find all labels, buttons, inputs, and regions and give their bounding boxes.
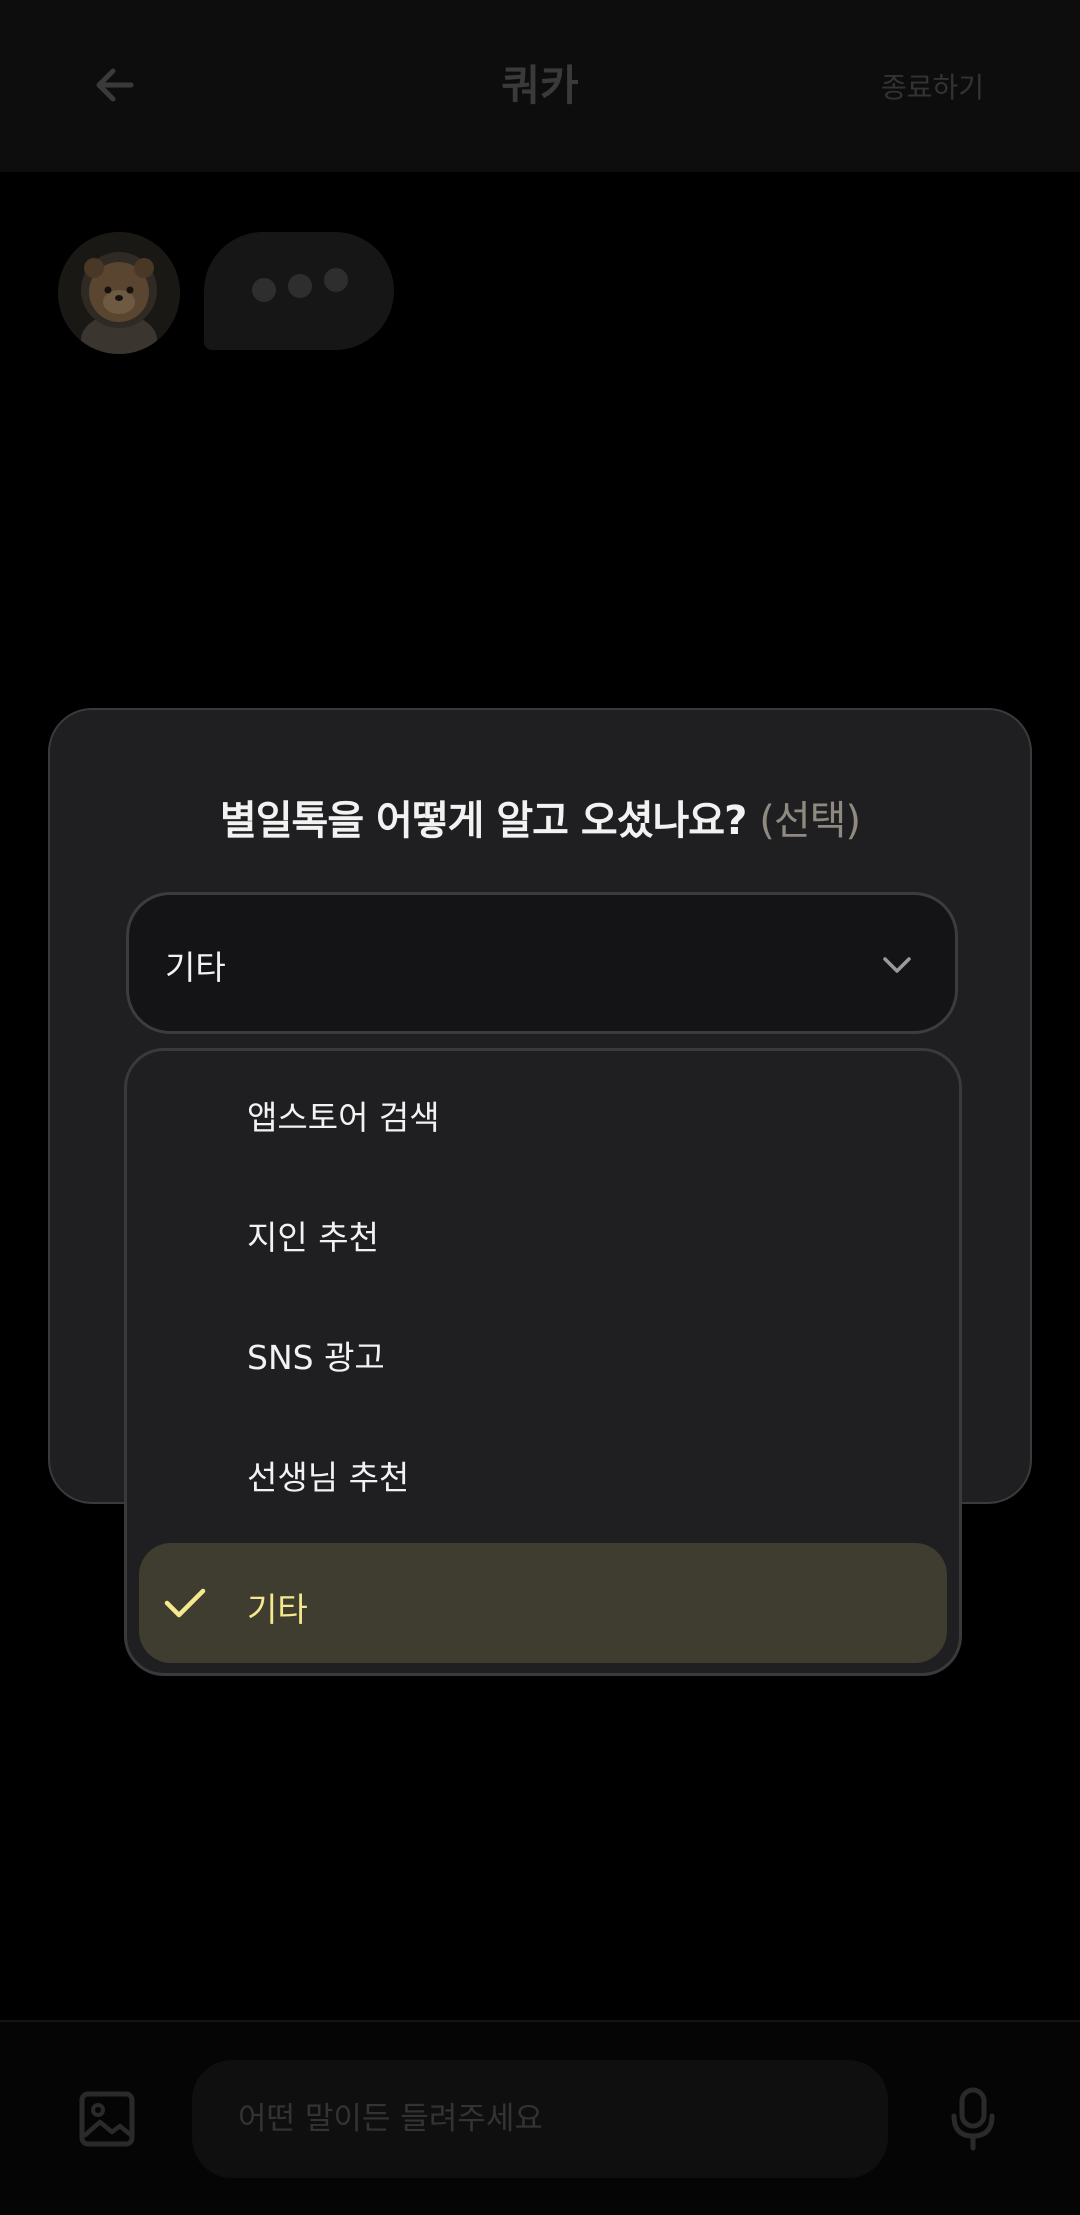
message-composer — [0, 2020, 1080, 2215]
typing-indicator-bubble — [204, 232, 394, 350]
option-app-store-search[interactable]: 앱스토어 검색 — [139, 1051, 947, 1171]
avatar — [58, 232, 180, 354]
typing-dot — [288, 274, 312, 298]
referral-source-dropdown: 앱스토어 검색 지인 추천 SNS 광고 선생님 추천 기타 — [124, 1048, 962, 1676]
typing-dot — [324, 268, 348, 292]
typing-dot — [252, 278, 276, 302]
attach-image-button[interactable] — [78, 2090, 136, 2148]
referral-source-select[interactable]: 기타 — [126, 892, 958, 1034]
option-label: 기타 — [247, 1590, 308, 1629]
chat-screen: 쿼카 종료하기 별일톡을 어떻게 알고 오셨나요? (선택) 기타 앱스토어 검… — [0, 0, 1080, 2215]
top-app-bar: 쿼카 종료하기 — [0, 0, 1080, 172]
message-input[interactable] — [192, 2060, 888, 2178]
option-label: 앱스토어 검색 — [247, 1098, 440, 1137]
end-chat-button[interactable]: 종료하기 — [881, 66, 984, 106]
select-value: 기타 — [165, 948, 226, 987]
microphone-icon — [951, 2087, 995, 2151]
chevron-down-icon — [883, 957, 911, 973]
option-friend-referral[interactable]: 지인 추천 — [139, 1171, 947, 1291]
question-text: 별일톡을 어떻게 알고 오셨나요? — [219, 798, 747, 844]
option-teacher-referral[interactable]: 선생님 추천 — [139, 1411, 947, 1531]
quokka-avatar-image — [58, 232, 180, 354]
voice-input-button[interactable] — [948, 2086, 998, 2152]
image-icon — [79, 2091, 135, 2147]
survey-question: 별일톡을 어떻게 알고 오셨나요? (선택) — [50, 788, 1030, 846]
option-other[interactable]: 기타 — [139, 1543, 947, 1663]
option-sns-ad[interactable]: SNS 광고 — [139, 1291, 947, 1411]
option-label: 선생님 추천 — [247, 1458, 410, 1497]
optional-tag: (선택) — [759, 798, 861, 844]
option-label: SNS 광고 — [247, 1338, 385, 1377]
option-label: 지인 추천 — [247, 1218, 379, 1257]
check-icon — [164, 1588, 206, 1618]
